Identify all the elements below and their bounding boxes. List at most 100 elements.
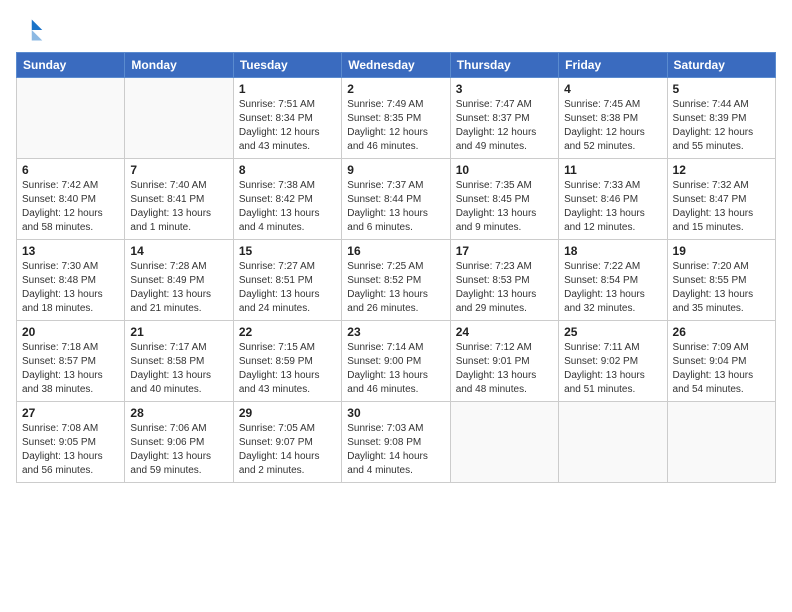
day-info: Sunrise: 7:15 AM Sunset: 8:59 PM Dayligh… — [239, 341, 336, 397]
day-info: Sunrise: 7:42 AM Sunset: 8:40 PM Dayligh… — [22, 179, 119, 235]
calendar-week-2: 13Sunrise: 7:30 AM Sunset: 8:48 PM Dayli… — [17, 240, 776, 321]
day-info: Sunrise: 7:06 AM Sunset: 9:06 PM Dayligh… — [130, 422, 227, 478]
calendar-cell: 20 Sunrise: 7:18 AM Sunset: 8:57 PM Dayli… — [17, 321, 125, 402]
calendar-week-1: 6 Sunrise: 7:42 AM Sunset: 8:40 PM Daylig… — [17, 159, 776, 240]
day-info: Sunrise: 7:33 AM Sunset: 8:46 PM Dayligh… — [564, 179, 661, 235]
calendar-cell: 11 Sunrise: 7:33 AM Sunset: 8:46 PM Dayli… — [559, 159, 667, 240]
logo — [16, 16, 48, 44]
day-number: 5 — [673, 82, 770, 96]
day-number: 30 — [347, 406, 444, 420]
calendar-cell: 17 Sunrise: 7:23 AM Sunset: 8:53 PM Dayli… — [450, 240, 558, 321]
day-number: 13 — [22, 244, 119, 258]
weekday-header-monday: Monday — [125, 53, 233, 78]
day-number: 10 — [456, 163, 553, 177]
calendar-cell — [125, 78, 233, 159]
calendar-cell: 18 Sunrise: 7:22 AM Sunset: 8:54 PM Dayli… — [559, 240, 667, 321]
day-info: Sunrise: 7:22 AM Sunset: 8:54 PM Dayligh… — [564, 260, 661, 316]
day-info: Sunrise: 7:51 AM Sunset: 8:34 PM Dayligh… — [239, 98, 336, 154]
day-number: 25 — [564, 325, 661, 339]
calendar-cell: 7 Sunrise: 7:40 AM Sunset: 8:41 PM Daylig… — [125, 159, 233, 240]
day-info: Sunrise: 7:49 AM Sunset: 8:35 PM Dayligh… — [347, 98, 444, 154]
day-number: 12 — [673, 163, 770, 177]
day-info: Sunrise: 7:05 AM Sunset: 9:07 PM Dayligh… — [239, 422, 336, 478]
day-number: 20 — [22, 325, 119, 339]
day-number: 9 — [347, 163, 444, 177]
day-info: Sunrise: 7:47 AM Sunset: 8:37 PM Dayligh… — [456, 98, 553, 154]
calendar-cell: 13Sunrise: 7:30 AM Sunset: 8:48 PM Dayli… — [17, 240, 125, 321]
day-info: Sunrise: 7:12 AM Sunset: 9:01 PM Dayligh… — [456, 341, 553, 397]
calendar-week-3: 20 Sunrise: 7:18 AM Sunset: 8:57 PM Dayli… — [17, 321, 776, 402]
calendar-cell: 22 Sunrise: 7:15 AM Sunset: 8:59 PM Dayli… — [233, 321, 341, 402]
day-info: Sunrise: 7:20 AM Sunset: 8:55 PM Dayligh… — [673, 260, 770, 316]
day-number: 27 — [22, 406, 119, 420]
calendar-week-4: 27 Sunrise: 7:08 AM Sunset: 9:05 PM Dayli… — [17, 402, 776, 483]
weekday-header-friday: Friday — [559, 53, 667, 78]
calendar-cell: 15 Sunrise: 7:27 AM Sunset: 8:51 PM Dayli… — [233, 240, 341, 321]
day-info: Sunrise: 7:23 AM Sunset: 8:53 PM Dayligh… — [456, 260, 553, 316]
day-info: Sunrise: 7:37 AM Sunset: 8:44 PM Dayligh… — [347, 179, 444, 235]
day-info: Sunrise: 7:44 AM Sunset: 8:39 PM Dayligh… — [673, 98, 770, 154]
calendar-cell: 16 Sunrise: 7:25 AM Sunset: 8:52 PM Dayli… — [342, 240, 450, 321]
logo-icon — [16, 16, 44, 44]
calendar-cell: 23 Sunrise: 7:14 AM Sunset: 9:00 PM Dayli… — [342, 321, 450, 402]
day-number: 8 — [239, 163, 336, 177]
day-info: Sunrise: 7:11 AM Sunset: 9:02 PM Dayligh… — [564, 341, 661, 397]
day-info: Sunrise: 7:14 AM Sunset: 9:00 PM Dayligh… — [347, 341, 444, 397]
weekday-header-thursday: Thursday — [450, 53, 558, 78]
day-number: 14 — [130, 244, 227, 258]
weekday-header-wednesday: Wednesday — [342, 53, 450, 78]
day-number: 28 — [130, 406, 227, 420]
calendar-cell: 1 Sunrise: 7:51 AM Sunset: 8:34 PM Daylig… — [233, 78, 341, 159]
day-info: Sunrise: 7:28 AM Sunset: 8:49 PM Dayligh… — [130, 260, 227, 316]
calendar-cell: 21Sunrise: 7:17 AM Sunset: 8:58 PM Dayli… — [125, 321, 233, 402]
weekday-header-saturday: Saturday — [667, 53, 775, 78]
day-info: Sunrise: 7:25 AM Sunset: 8:52 PM Dayligh… — [347, 260, 444, 316]
day-info: Sunrise: 7:38 AM Sunset: 8:42 PM Dayligh… — [239, 179, 336, 235]
day-number: 24 — [456, 325, 553, 339]
day-number: 7 — [130, 163, 227, 177]
calendar-cell: 19 Sunrise: 7:20 AM Sunset: 8:55 PM Dayli… — [667, 240, 775, 321]
calendar-cell: 29 Sunrise: 7:05 AM Sunset: 9:07 PM Dayli… — [233, 402, 341, 483]
calendar-cell: 14 Sunrise: 7:28 AM Sunset: 8:49 PM Dayli… — [125, 240, 233, 321]
day-number: 29 — [239, 406, 336, 420]
day-info: Sunrise: 7:18 AM Sunset: 8:57 PM Dayligh… — [22, 341, 119, 397]
calendar-cell: 26 Sunrise: 7:09 AM Sunset: 9:04 PM Dayli… — [667, 321, 775, 402]
page-header — [16, 16, 776, 44]
day-number: 19 — [673, 244, 770, 258]
day-number: 18 — [564, 244, 661, 258]
day-info: Sunrise: 7:40 AM Sunset: 8:41 PM Dayligh… — [130, 179, 227, 235]
day-number: 23 — [347, 325, 444, 339]
day-number: 17 — [456, 244, 553, 258]
calendar-week-0: 1 Sunrise: 7:51 AM Sunset: 8:34 PM Daylig… — [17, 78, 776, 159]
day-info: Sunrise: 7:08 AM Sunset: 9:05 PM Dayligh… — [22, 422, 119, 478]
calendar-cell: 6 Sunrise: 7:42 AM Sunset: 8:40 PM Daylig… — [17, 159, 125, 240]
calendar-cell: 9 Sunrise: 7:37 AM Sunset: 8:44 PM Daylig… — [342, 159, 450, 240]
calendar-cell: 2 Sunrise: 7:49 AM Sunset: 8:35 PM Daylig… — [342, 78, 450, 159]
calendar-cell: 8 Sunrise: 7:38 AM Sunset: 8:42 PM Daylig… — [233, 159, 341, 240]
calendar-cell: 28 Sunrise: 7:06 AM Sunset: 9:06 PM Dayli… — [125, 402, 233, 483]
calendar-cell — [667, 402, 775, 483]
weekday-header-row: SundayMondayTuesdayWednesdayThursdayFrid… — [17, 53, 776, 78]
day-info: Sunrise: 7:32 AM Sunset: 8:47 PM Dayligh… — [673, 179, 770, 235]
day-number: 1 — [239, 82, 336, 96]
day-info: Sunrise: 7:09 AM Sunset: 9:04 PM Dayligh… — [673, 341, 770, 397]
day-number: 22 — [239, 325, 336, 339]
day-number: 3 — [456, 82, 553, 96]
calendar-cell: 25 Sunrise: 7:11 AM Sunset: 9:02 PM Dayli… — [559, 321, 667, 402]
calendar-cell — [559, 402, 667, 483]
day-number: 11 — [564, 163, 661, 177]
day-info: Sunrise: 7:17 AM Sunset: 8:58 PM Dayligh… — [130, 341, 227, 397]
day-number: 2 — [347, 82, 444, 96]
day-number: 6 — [22, 163, 119, 177]
calendar-cell: 27 Sunrise: 7:08 AM Sunset: 9:05 PM Dayli… — [17, 402, 125, 483]
day-info: Sunrise: 7:27 AM Sunset: 8:51 PM Dayligh… — [239, 260, 336, 316]
weekday-header-sunday: Sunday — [17, 53, 125, 78]
calendar-cell: 30Sunrise: 7:03 AM Sunset: 9:08 PM Dayli… — [342, 402, 450, 483]
calendar-cell: 10Sunrise: 7:35 AM Sunset: 8:45 PM Dayli… — [450, 159, 558, 240]
calendar-cell: 3 Sunrise: 7:47 AM Sunset: 8:37 PM Daylig… — [450, 78, 558, 159]
calendar-cell — [17, 78, 125, 159]
day-number: 26 — [673, 325, 770, 339]
day-number: 15 — [239, 244, 336, 258]
day-number: 16 — [347, 244, 444, 258]
day-info: Sunrise: 7:45 AM Sunset: 8:38 PM Dayligh… — [564, 98, 661, 154]
